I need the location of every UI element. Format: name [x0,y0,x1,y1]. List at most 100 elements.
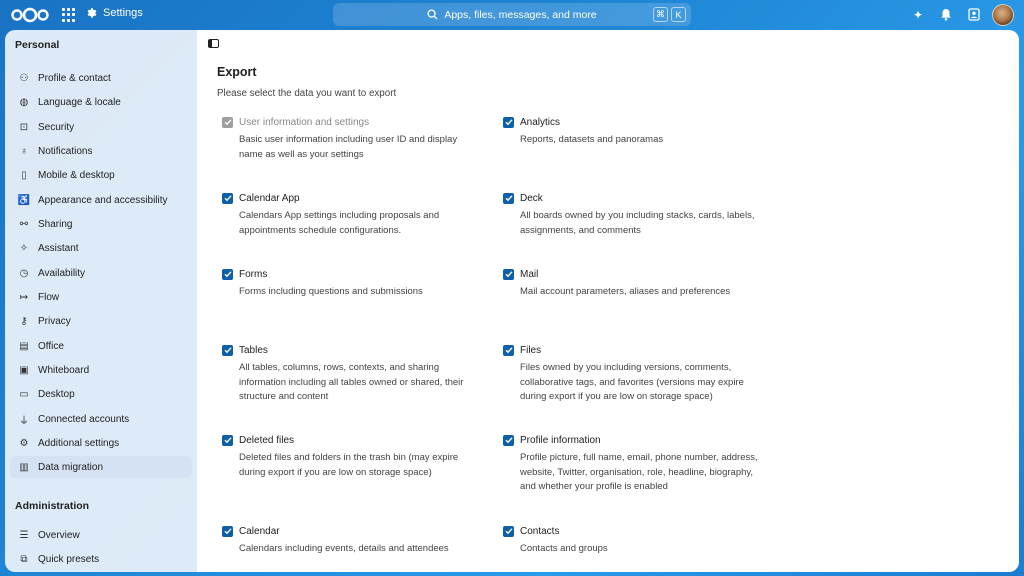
checkbox-checked-disabled-icon [222,116,233,128]
presets-icon: ⧉ [20,553,28,565]
option-label: Tables [239,344,268,356]
checkbox-checked-icon[interactable] [503,116,514,128]
sidebar-item-language[interactable]: ◍ Language & locale [10,91,192,113]
export-option-contacts[interactable]: Contacts Contacts and groups [503,524,763,557]
option-label: Deleted files [239,434,295,446]
sidebar-item-availability[interactable]: ◷ Availability [10,262,192,284]
sidebar-item-notifications[interactable]: ♁ Notifications [10,140,192,162]
notifications-bell-icon[interactable] [939,8,953,22]
option-label: Deck [520,192,543,204]
sidebar-item-security[interactable]: ⊡ Security [10,116,192,138]
sidebar-item-data-migration[interactable]: ▥ Data migration [10,456,192,478]
option-description: Files owned by you including versions, c… [520,362,744,402]
sidebar-item-connected-accounts[interactable]: ⏚ Connected accounts [10,408,192,430]
sidebar-item-profile[interactable]: ⚇ Profile & contact [10,67,192,89]
export-option-profile-information[interactable]: Profile information Profile picture, ful… [503,433,763,495]
sidebar-item-label: Flow [38,291,60,303]
checkbox-checked-icon[interactable] [503,525,514,537]
sidebar-item-privacy[interactable]: ⚷ Privacy [10,310,192,332]
sidebar-item-label: Data migration [38,461,104,473]
export-option-deck[interactable]: Deck All boards owned by you including s… [503,191,763,238]
export-option-mail[interactable]: Mail Mail account parameters, aliases an… [503,267,763,300]
option-label: Profile information [520,434,601,446]
option-description: All boards owned by you including stacks… [520,210,755,236]
toggle-sidebar-icon[interactable] [208,39,219,48]
sidebar-item-overview[interactable]: ☰ Overview [10,524,192,546]
checkbox-checked-icon[interactable] [503,192,514,204]
document-icon: ▤ [19,340,29,352]
sidebar-item-mobile[interactable]: ▯ Mobile & desktop [10,164,192,186]
migration-icon: ▥ [19,461,29,473]
main-content: Export Please select the data you want t… [197,30,1019,572]
checkbox-checked-icon[interactable] [222,344,233,356]
app-name: Settings [103,7,143,19]
page-subtitle: Please select the data you want to expor… [217,88,397,99]
app-menu-icon[interactable] [62,8,76,22]
option-description: Calendars App settings including proposa… [239,210,440,236]
sparkle-icon: ✧ [19,242,29,254]
nextcloud-logo-icon[interactable] [10,7,50,23]
option-label: Files [520,344,542,356]
export-option-files[interactable]: Files Files owned by you including versi… [503,343,763,405]
current-app[interactable]: Settings [86,7,143,19]
checkbox-checked-icon[interactable] [222,268,233,280]
whiteboard-icon: ▣ [19,364,29,376]
sidebar-item-flow[interactable]: ↦ Flow [10,286,192,308]
top-bar: Settings Apps, files, messages, and more… [0,0,1024,30]
phone-icon: ▯ [21,169,27,181]
checkbox-checked-icon[interactable] [503,344,514,356]
share-icon: ⚯ [19,218,29,230]
user-avatar[interactable] [992,4,1014,26]
option-description: Basic user information including user ID… [239,134,458,160]
sidebar-item-label: Mobile & desktop [38,169,115,181]
unified-search-input[interactable]: Apps, files, messages, and more ⌘ K [333,3,691,26]
sidebar-item-office[interactable]: ▤ Office [10,335,192,357]
option-description: Deleted files and folders in the trash b… [239,452,459,478]
sidebar-item-label: Additional settings [38,437,120,449]
sidebar-item-sharing[interactable]: ⚯ Sharing [10,213,192,235]
option-description: Mail account parameters, aliases and pre… [520,286,731,297]
checkbox-checked-icon[interactable] [222,192,233,204]
gear-icon [87,8,97,18]
export-option-deleted-files[interactable]: Deleted files Deleted files and folders … [222,433,482,480]
sidebar-item-whiteboard[interactable]: ▣ Whiteboard [10,359,192,381]
flow-icon: ↦ [19,291,29,303]
plug-icon: ⏚ [19,415,29,427]
sidebar-item-quick-presets[interactable]: ⧉ Quick presets [10,548,192,570]
sidebar-item-label: Office [38,340,64,352]
checkbox-checked-icon[interactable] [222,525,233,537]
shortcut-key: K [671,7,686,22]
checkbox-checked-icon[interactable] [503,268,514,280]
sidebar-item-appearance[interactable]: ♿ Appearance and accessibility [10,189,192,211]
export-option-forms[interactable]: Forms Forms including questions and subm… [222,267,482,300]
section-title-administration: Administration [15,500,90,512]
sidebar-item-label: Security [38,121,75,133]
export-option-user-info: User information and settings Basic user… [222,115,482,162]
section-title-personal: Personal [15,39,60,51]
export-option-analytics[interactable]: Analytics Reports, datasets and panorama… [503,115,763,148]
export-option-calendar[interactable]: Calendar Calendars including events, det… [222,524,482,557]
assistant-sparkle-icon[interactable]: ✦ [911,8,925,22]
sidebar-item-label: Overview [38,529,80,541]
sidebar-item-label: Quick presets [38,553,100,565]
sidebar-item-label: Assistant [38,242,79,254]
option-description: Contacts and groups [520,543,608,554]
sidebar-item-label: Sharing [38,218,73,230]
export-option-tables[interactable]: Tables All tables, columns, rows, contex… [222,343,482,405]
checkbox-checked-icon[interactable] [503,434,514,446]
sidebar-item-additional-settings[interactable]: ⚙ Additional settings [10,432,192,454]
sidebar-item-assistant[interactable]: ✧ Assistant [10,237,192,259]
sidebar-item-desktop[interactable]: ▭ Desktop [10,383,192,405]
sidebar-item-label: Desktop [38,388,75,400]
contacts-menu-icon[interactable] [967,8,981,22]
option-description: Forms including questions and submission… [239,286,423,297]
globe-icon: ◍ [19,96,29,108]
option-description: Calendars including events, details and … [239,543,449,554]
checkbox-checked-icon[interactable] [222,434,233,446]
option-label: Contacts [520,525,560,537]
export-option-calendar-app[interactable]: Calendar App Calendars App settings incl… [222,191,482,238]
option-label: Forms [239,268,268,280]
option-label: Analytics [520,116,561,128]
bell-icon: ♁ [20,145,28,157]
option-description: Profile picture, full name, email, phone… [520,452,758,492]
